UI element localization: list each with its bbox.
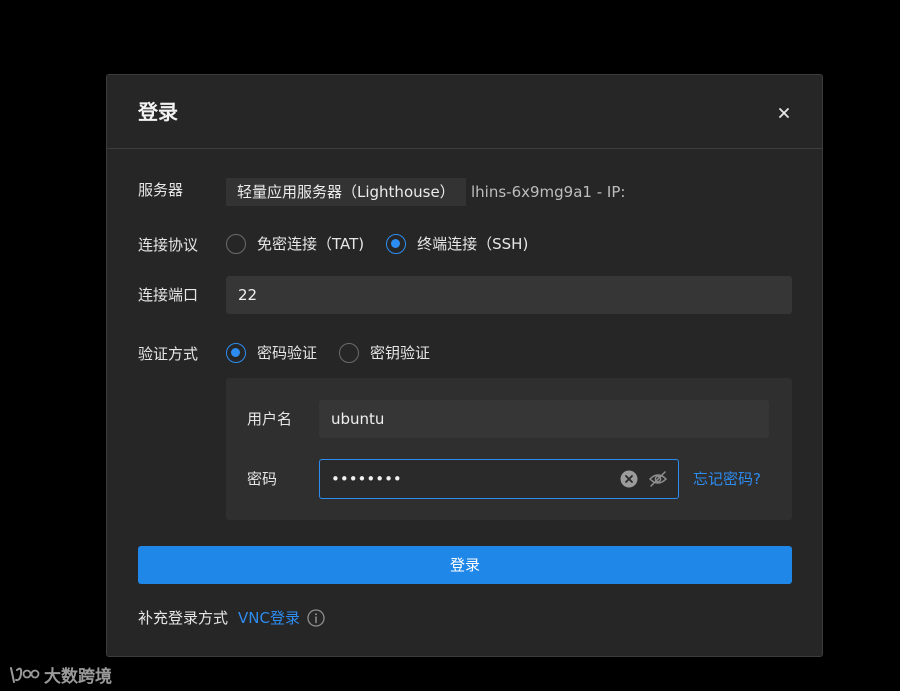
- server-instance: lhins-6x9mg9a1 - IP:: [471, 183, 624, 201]
- radio-unchecked-icon: [226, 233, 246, 254]
- watermark-logo-icon: [8, 664, 40, 686]
- protocol-label: 连接协议: [138, 236, 199, 254]
- password-input[interactable]: ••••••••: [319, 459, 679, 499]
- login-button[interactable]: 登录: [138, 546, 792, 584]
- forgot-password-link[interactable]: 忘记密码?: [693, 469, 761, 489]
- username-label: 用户名: [247, 410, 293, 428]
- login-dialog: 登录 服务器 轻量应用服务器（Lighthouse） lhins-6x9mg9a…: [106, 74, 823, 657]
- password-label: 密码: [247, 470, 278, 488]
- protocol-radio-group: 免密连接（TAT) 终端连接（SSH): [226, 233, 550, 254]
- close-icon[interactable]: [776, 105, 792, 121]
- watermark-text: 大数跨境: [44, 667, 112, 687]
- auth-radio-group: 密码验证 密钥验证: [226, 342, 452, 363]
- auth-option-label: 密钥验证: [370, 344, 431, 362]
- dialog-title: 登录: [138, 100, 178, 124]
- auth-option-key[interactable]: 密钥验证: [339, 342, 430, 363]
- auth-label: 验证方式: [138, 345, 199, 363]
- radio-checked-icon: [386, 233, 407, 254]
- radio-unchecked-icon: [339, 342, 360, 363]
- clear-icon[interactable]: [620, 470, 638, 488]
- server-name: 轻量应用服务器（Lighthouse）: [226, 178, 466, 206]
- info-icon[interactable]: [307, 608, 325, 627]
- radio-checked-icon: [226, 342, 246, 363]
- watermark: 大数跨境: [8, 662, 112, 687]
- password-value: ••••••••: [331, 470, 402, 488]
- vnc-login-link[interactable]: VNC登录: [238, 607, 300, 628]
- extra-login-row: 补充登录方式 VNC登录: [138, 607, 325, 628]
- protocol-option-ssh[interactable]: 终端连接（SSH): [386, 233, 528, 254]
- eye-off-icon[interactable]: [648, 470, 668, 488]
- auth-option-password[interactable]: 密码验证: [226, 342, 317, 363]
- protocol-option-label: 免密连接（TAT): [257, 235, 365, 253]
- protocol-option-label: 终端连接（SSH): [417, 235, 529, 253]
- protocol-option-tat[interactable]: 免密连接（TAT): [226, 233, 364, 254]
- dialog-header: 登录: [107, 75, 822, 149]
- auth-option-label: 密码验证: [257, 344, 318, 362]
- port-label: 连接端口: [138, 286, 199, 304]
- server-label: 服务器: [138, 181, 184, 199]
- username-input[interactable]: ubuntu: [319, 400, 769, 438]
- port-input[interactable]: 22: [226, 276, 792, 314]
- extra-login-label: 补充登录方式: [138, 609, 229, 627]
